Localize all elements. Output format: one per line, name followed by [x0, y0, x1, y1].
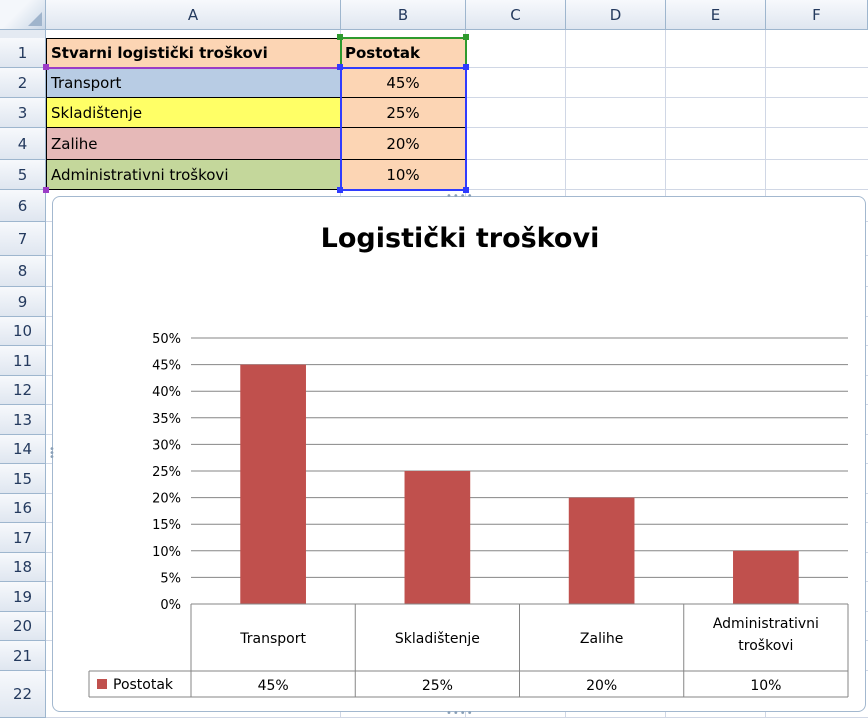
data-table-value-1: 45%	[258, 678, 289, 694]
bar-2	[404, 471, 471, 604]
chart-plot[interactable]: 0% 5% 10% 15% 20% 25% 30% 35% 40% 45% 50% Transport…	[53, 197, 867, 713]
legend-key	[97, 679, 107, 689]
bar-1	[240, 364, 306, 604]
select-all-corner[interactable]	[0, 0, 46, 30]
bar-4	[733, 550, 799, 604]
legend-series-name: Postotak	[113, 677, 174, 693]
row-header-14[interactable]: 14	[0, 435, 46, 464]
row-header-13[interactable]: 13	[0, 405, 46, 435]
cell-a4[interactable]: Zalihe	[46, 128, 341, 160]
y-tick-label: 10%	[152, 545, 181, 560]
row-header-21[interactable]: 21	[0, 641, 46, 671]
row-header-12[interactable]: 12	[0, 376, 46, 405]
range-handle-green-top[interactable]	[337, 34, 343, 40]
row-header-20[interactable]: 20	[0, 612, 46, 641]
cell-a3[interactable]: Skladištenje	[46, 98, 341, 128]
cell-a2[interactable]: Transport	[46, 68, 341, 98]
column-header-e[interactable]: E	[666, 0, 766, 30]
value-range-highlight	[340, 67, 467, 191]
data-table-value-3: 20%	[586, 678, 617, 694]
row-header-2[interactable]: 2	[0, 68, 46, 98]
category-label-1: Transport	[239, 631, 306, 647]
row-header-5[interactable]: 5	[0, 160, 46, 190]
y-tick-label: 5%	[160, 571, 181, 586]
cell-a1[interactable]: Stvarni logistički troškovi	[46, 38, 341, 68]
category-range-highlight	[46, 67, 342, 69]
cell-a5[interactable]: Administrativni troškovi	[46, 160, 341, 190]
y-tick-label: 20%	[152, 492, 181, 507]
column-header-c[interactable]: C	[466, 0, 566, 30]
row-header-7[interactable]: 7	[0, 222, 46, 256]
bar-3	[568, 497, 635, 604]
row-header-10[interactable]: 10	[0, 317, 46, 346]
chart-resize-handle-top[interactable]: ••••	[446, 191, 474, 202]
chart-resize-handle-left[interactable]: • • •	[49, 445, 56, 463]
row-header-1[interactable]: 1	[0, 38, 46, 68]
chart-area[interactable]: Logistički troškovi 0% 5% 10% 15% 20% 25% 30% 3…	[52, 196, 866, 712]
column-header-f[interactable]: F	[766, 0, 868, 30]
row-header-4[interactable]: 4	[0, 128, 46, 160]
y-tick-label: 35%	[152, 412, 181, 427]
row-header-18[interactable]: 18	[0, 553, 46, 582]
row-header-3[interactable]: 3	[0, 98, 46, 128]
y-tick-label: 15%	[152, 518, 181, 533]
column-header-d[interactable]: D	[566, 0, 666, 30]
row-header-15[interactable]: 15	[0, 464, 46, 494]
range-handle-green-top-right[interactable]	[463, 34, 469, 40]
range-handle-blue-top-left[interactable]	[337, 64, 343, 70]
chart-resize-handle-bottom[interactable]: ••••	[446, 708, 474, 719]
row-header-16[interactable]: 16	[0, 494, 46, 523]
row-header-17[interactable]: 17	[0, 523, 46, 553]
header-range-highlight	[340, 37, 467, 69]
corner-triangle-icon	[28, 12, 42, 26]
range-handle-blue-top-right[interactable]	[463, 64, 469, 70]
row-header-6[interactable]: 6	[0, 190, 46, 222]
data-table-value-4: 10%	[750, 678, 781, 694]
y-tick-label: 45%	[152, 359, 181, 374]
row-header-22[interactable]: 22	[0, 671, 46, 718]
row-header-9[interactable]: 9	[0, 287, 46, 317]
row-header-8[interactable]: 8	[0, 256, 46, 287]
y-tick-label: 30%	[152, 438, 181, 453]
y-tick-label: 25%	[152, 465, 181, 480]
data-table-value-2: 25%	[422, 678, 453, 694]
range-handle-blue-bottom-left[interactable]	[337, 187, 343, 193]
y-tick-label: 40%	[152, 385, 181, 400]
category-label-4: Administrativni troškovi	[713, 616, 819, 654]
row-header-19[interactable]: 19	[0, 582, 46, 612]
range-handle-purple-bottom[interactable]	[43, 187, 49, 193]
y-tick-label: 50%	[152, 332, 181, 347]
category-label-2: Skladištenje	[395, 631, 480, 647]
column-header-a[interactable]: A	[46, 0, 341, 30]
row-header-11[interactable]: 11	[0, 346, 46, 376]
row-header-spacer	[0, 30, 46, 38]
y-tick-label: 0%	[160, 598, 181, 613]
category-label-3: Zalihe	[580, 631, 623, 647]
range-handle-purple-top[interactable]	[43, 64, 49, 70]
column-header-b[interactable]: B	[341, 0, 466, 30]
